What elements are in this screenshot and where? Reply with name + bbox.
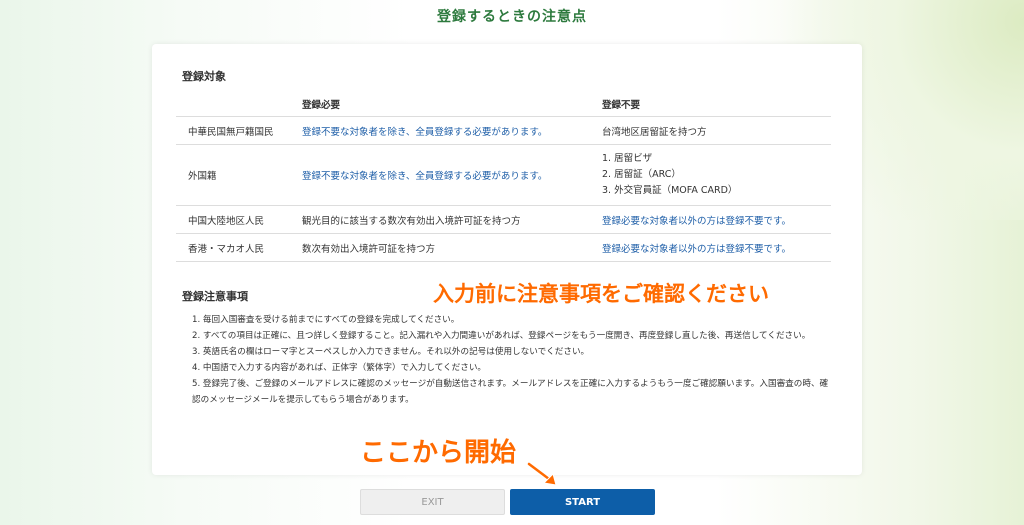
list-item: 3. 外交官員証（MOFA CARD） xyxy=(602,185,738,196)
note-item: 1. 毎回入国審査を受ける前までにすべての登録を完成してください。 xyxy=(192,315,460,325)
section-title-targets: 登録対象 xyxy=(182,70,226,83)
table-row: 外国籍 登録不要な対象者を除き、全員登録する必要があります。 1. 居留ビザ 2… xyxy=(176,144,831,206)
row-required: 登録不要な対象者を除き、全員登録する必要があります。 xyxy=(302,144,602,206)
row-required: 登録不要な対象者を除き、全員登録する必要があります。 xyxy=(302,116,602,145)
notes-list: 1. 毎回入国審査を受ける前までにすべての登録を完成してください。 2. すべて… xyxy=(192,312,832,408)
note-item: 3. 英語氏名の欄はローマ字とスーペスしか入力できません。それ以外の記号は使用し… xyxy=(192,347,590,357)
list-item: 1. 居留ビザ xyxy=(602,153,653,164)
row-required: 観光目的に該当する数次有効出入境許可証を持つ方 xyxy=(302,205,602,234)
table-header-category xyxy=(176,92,302,117)
table-row: 中華民国無戸籍国民 登録不要な対象者を除き、全員登録する必要があります。 台湾地… xyxy=(176,116,831,145)
registration-table: 登録必要 登録不要 中華民国無戸籍国民 登録不要な対象者を除き、全員登録する必要… xyxy=(176,92,831,262)
note-item: 4. 中国語で入力する内容があれば、正体字（繁体字）で入力してください。 xyxy=(192,363,487,373)
row-category: 外国籍 xyxy=(176,144,302,206)
section-title-notes: 登録注意事項 xyxy=(182,290,248,303)
arrow-icon xyxy=(526,461,557,486)
annotation-start-here: ここから開始 xyxy=(360,438,517,468)
table-header-row: 登録必要 登録不要 xyxy=(176,92,831,117)
row-not-required: 台湾地区居留証を持つ方 xyxy=(602,116,831,145)
row-not-required: 登録必要な対象者以外の方は登録不要です。 xyxy=(602,233,831,262)
table-header-not-required: 登録不要 xyxy=(602,92,831,117)
table-row: 香港・マカオ人民 数次有効出入境許可証を持つ方 登録必要な対象者以外の方は登録不… xyxy=(176,233,831,262)
table-row: 中国大陸地区人民 観光目的に該当する数次有効出入境許可証を持つ方 登録必要な対象… xyxy=(176,205,831,234)
row-category: 中華民国無戸籍国民 xyxy=(176,116,302,145)
list-item: 2. 居留証（ARC） xyxy=(602,169,681,180)
start-button[interactable]: START xyxy=(510,489,655,515)
row-required: 数次有効出入境許可証を持つ方 xyxy=(302,233,602,262)
notice-card: 登録対象 登録必要 登録不要 中華民国無戸籍国民 登録不要な対象者を除き、全員登… xyxy=(152,44,862,475)
row-not-required-list: 1. 居留ビザ 2. 居留証（ARC） 3. 外交官員証（MOFA CARD） xyxy=(602,144,831,206)
row-category: 香港・マカオ人民 xyxy=(176,233,302,262)
row-category: 中国大陸地区人民 xyxy=(176,205,302,234)
note-item: 2. すべての項目は正確に、且つ詳しく登録すること。記入漏れや入力間違いがあれば… xyxy=(192,331,811,341)
exit-button[interactable]: EXIT xyxy=(360,489,505,515)
table-header-required: 登録必要 xyxy=(302,92,602,117)
annotation-confirm-notes: 入力前に注意事項をご確認ください xyxy=(433,282,769,306)
note-item: 5. 登録完了後、ご登録のメールアドレスに確認のメッセージが自動送信されます。メ… xyxy=(192,379,829,405)
page-title: 登録するときの注意点 xyxy=(437,9,587,25)
row-not-required: 登録必要な対象者以外の方は登録不要です。 xyxy=(602,205,831,234)
